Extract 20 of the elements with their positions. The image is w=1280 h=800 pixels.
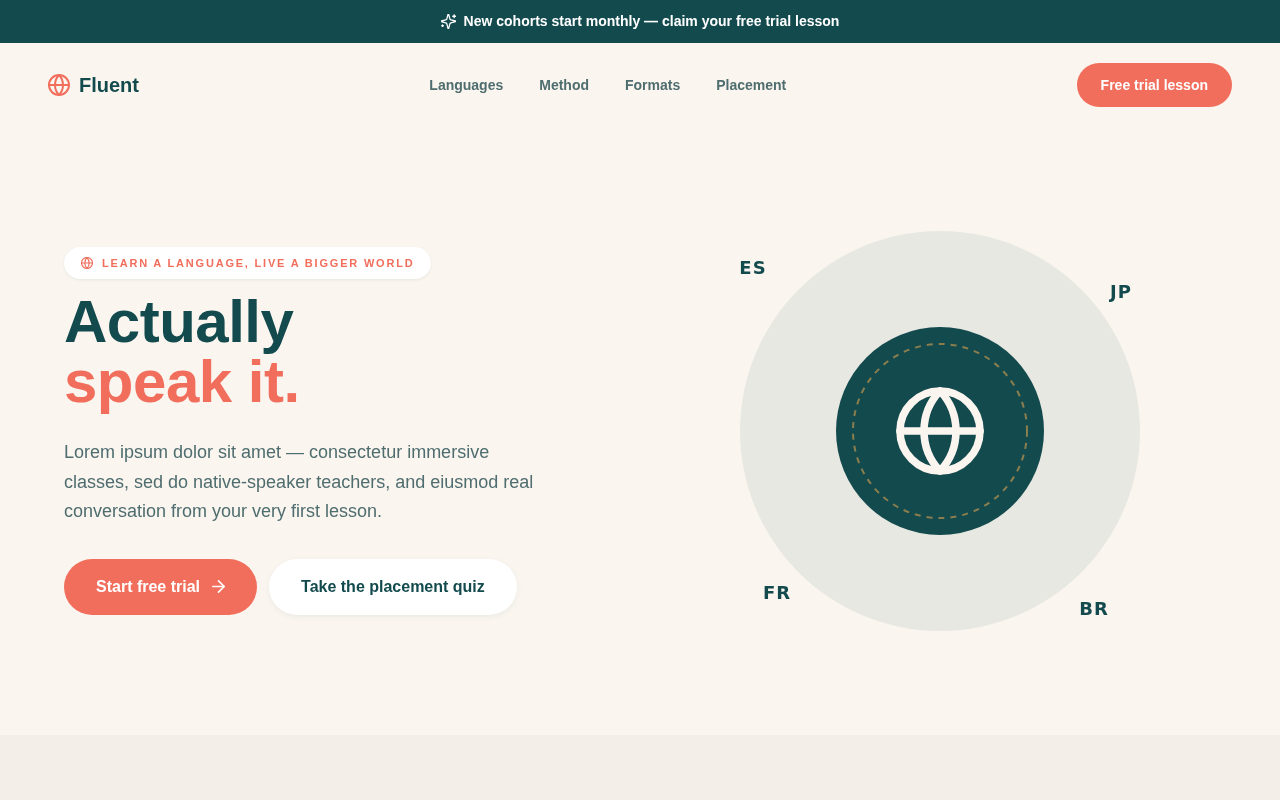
language-code-label: ES: [739, 257, 767, 279]
globe-icon: [81, 257, 93, 270]
language-code-label: JP: [1110, 281, 1132, 303]
language-code-label: BR: [1079, 598, 1109, 620]
eyebrow-text: LEARN A LANGUAGE, LIVE A BIGGER WORLD: [102, 256, 415, 271]
free-trial-button[interactable]: Free trial lesson: [1076, 63, 1232, 107]
hero-description: Lorem ipsum dolor sit amet — consectetur immersive classes, sed do native-speaker teachers, and eiusmod real conversation from your very first lesson.: [64, 441, 535, 524]
hero-headline: Actually: [64, 292, 294, 353]
globe-icon: [896, 387, 984, 475]
nav-link[interactable]: Languages: [429, 74, 504, 96]
announcement-text: New cohorts start monthly — claim your free trial lesson: [463, 12, 840, 31]
brand-link[interactable]: Fluent: [48, 70, 139, 100]
globe-icon: [48, 74, 70, 96]
nav-link[interactable]: Formats: [625, 74, 681, 96]
start-trial-button[interactable]: Start free trial: [64, 558, 258, 615]
nav-link[interactable]: Placement: [716, 74, 787, 96]
sparkles-icon: [440, 14, 456, 29]
placement-quiz-button[interactable]: Take the placement quiz: [269, 558, 517, 615]
nav-link[interactable]: Method: [539, 74, 589, 96]
language-code-label: FR: [762, 582, 792, 604]
